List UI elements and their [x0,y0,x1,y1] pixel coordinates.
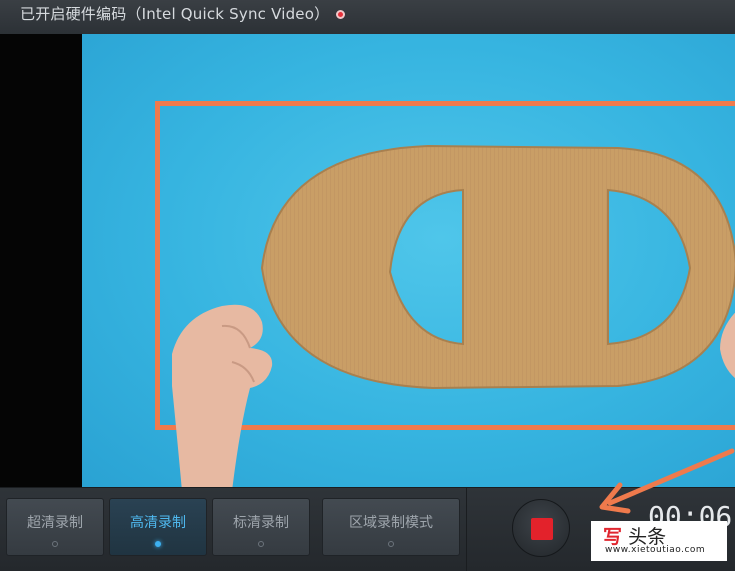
hand-right-image [720,312,735,379]
mode-region-button[interactable]: 区域录制模式 [322,498,460,556]
radio-dot-icon [155,541,161,547]
stop-square-icon [531,518,553,540]
recording-indicator-icon [336,10,346,19]
mode-label: 区域录制模式 [349,515,433,531]
watermark: 写 头条 www.xietoutiao.com [591,521,727,561]
radio-dot-icon [258,541,264,547]
mode-label: 高清录制 [130,515,186,531]
mode-sd-button[interactable]: 标清录制 [212,498,310,556]
title-bar: 已开启硬件编码（Intel Quick Sync Video） [0,0,735,35]
mode-label: 超清录制 [27,515,83,531]
watermark-url: www.xietoutiao.com [605,545,706,555]
annotation-arrow-icon [599,448,735,514]
radio-dot-icon [52,541,58,547]
encoding-status-text: 已开启硬件编码（Intel Quick Sync Video） [20,5,330,23]
preview-letterbox [0,34,82,487]
video-preview [82,34,735,487]
mode-ultra-hd-button[interactable]: 超清录制 [6,498,104,556]
hand-image [172,304,273,487]
mode-hd-button[interactable]: 高清录制 [109,498,207,556]
encoding-status: 已开启硬件编码（Intel Quick Sync Video） [20,3,346,24]
stop-record-button[interactable] [512,499,570,557]
mode-label: 标清录制 [233,515,289,531]
divider [466,488,467,571]
radio-dot-icon [388,541,394,547]
